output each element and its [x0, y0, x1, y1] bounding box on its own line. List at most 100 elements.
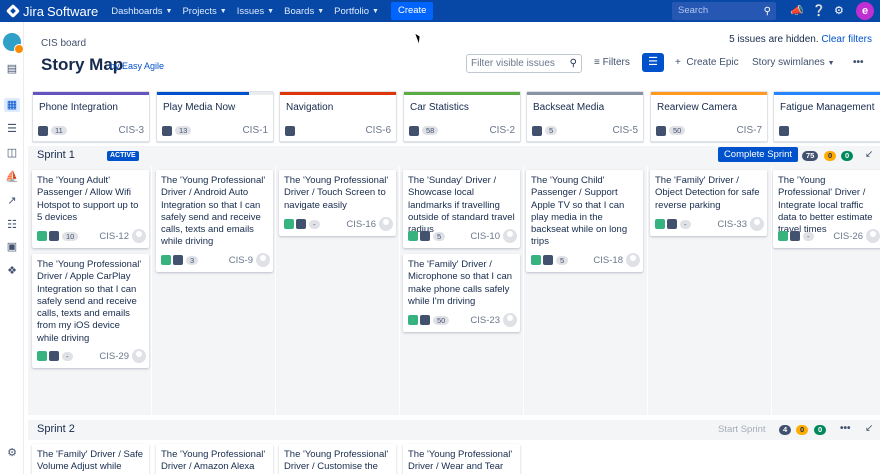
epic-card[interactable]: Fatigue Management: [773, 91, 880, 142]
filters-label: Filters: [602, 57, 630, 68]
todo-count-badge: 75: [802, 151, 819, 161]
story-icon: [778, 231, 788, 241]
nav-portfolio[interactable]: Portfolio ▼: [334, 2, 379, 20]
epic-card[interactable]: Car Statistics 58 CIS-2: [403, 91, 521, 142]
epic-title: Navigation: [286, 102, 334, 113]
story-key[interactable]: CIS-26: [833, 231, 863, 242]
story-card[interactable]: The 'Young Adult' Passenger / Allow Wifi…: [32, 170, 149, 248]
more-options-icon[interactable]: •••: [840, 423, 851, 434]
clear-filters-link[interactable]: Clear filters: [821, 34, 872, 45]
story-card[interactable]: The 'Family' Driver / Safe Volume Adjust…: [32, 444, 149, 474]
story-key[interactable]: CIS-18: [593, 255, 623, 266]
story-card[interactable]: The 'Young Professional' Driver / Apple …: [32, 254, 149, 368]
more-options-icon[interactable]: •••: [853, 57, 864, 68]
settings-icon[interactable]: ⚙: [4, 446, 20, 460]
story-key[interactable]: CIS-10: [470, 231, 500, 242]
user-avatar[interactable]: e: [856, 2, 874, 20]
nav-boards[interactable]: Boards ▼: [284, 2, 324, 20]
story-points-pill: 50: [669, 126, 686, 135]
nav-dashboards[interactable]: Dashboards ▼: [111, 2, 172, 20]
story-key[interactable]: CIS-16: [346, 219, 376, 230]
story-summary: The 'Family' Driver / Object Detection f…: [655, 175, 760, 211]
complete-sprint-button[interactable]: Complete Sprint: [718, 147, 798, 162]
epic-key[interactable]: CIS-5: [612, 125, 638, 136]
epic-key[interactable]: CIS-1: [242, 125, 268, 136]
sprint-2-header: Sprint 2 Start Sprint 4 0 0 ••• ↙: [28, 420, 880, 440]
board-icon[interactable]: ◫: [4, 146, 20, 160]
roadmap-icon[interactable]: ☷: [4, 218, 20, 232]
filters-button[interactable]: ≡ Filters: [594, 57, 630, 68]
layers-icon[interactable]: ☰: [4, 122, 20, 136]
swimlanes-dropdown[interactable]: Story swimlanes ▼: [752, 57, 835, 68]
epic-key[interactable]: CIS-2: [489, 125, 515, 136]
story-card[interactable]: The 'Sunday' Driver / Showcase local lan…: [403, 170, 520, 248]
nav-issues-label: Issues: [236, 5, 265, 17]
by-easy-agile-link[interactable]: by Easy Agile: [110, 61, 164, 71]
story-key[interactable]: CIS-12: [99, 231, 129, 242]
epic-card[interactable]: Navigation CIS-6: [279, 91, 397, 142]
collapse-icon[interactable]: ↙: [865, 423, 873, 434]
epic-key[interactable]: CIS-7: [736, 125, 762, 136]
nav-issues[interactable]: Issues ▼: [237, 2, 274, 20]
start-sprint-button[interactable]: Start Sprint: [718, 424, 766, 435]
story-card[interactable]: The 'Young Professional' Driver / Wear a…: [403, 444, 520, 474]
story-card[interactable]: The 'Young Professional' Driver / Amazon…: [156, 444, 273, 474]
story-key[interactable]: CIS-29: [99, 351, 129, 362]
epic-card[interactable]: Play Media Now 13 CIS-1: [156, 91, 274, 142]
epic-key[interactable]: CIS-3: [118, 125, 144, 136]
story-card[interactable]: The 'Young Child' Passenger / Support Ap…: [526, 170, 643, 272]
nav-dashboards-label: Dashboards: [111, 5, 163, 17]
view-toggle-button[interactable]: ☰: [642, 53, 664, 72]
story-icon: [37, 351, 47, 361]
ship-icon[interactable]: ⛵: [4, 170, 20, 184]
project-avatar[interactable]: [3, 33, 24, 54]
assignee-avatar[interactable]: [379, 217, 393, 231]
nav-projects[interactable]: Projects ▼: [182, 2, 226, 20]
backlog-icon[interactable]: ▤: [4, 62, 20, 76]
story-key[interactable]: CIS-9: [229, 255, 253, 266]
collapse-icon[interactable]: ↙: [865, 149, 873, 160]
story-summary: The 'Young Professional' Driver / Androi…: [161, 175, 266, 248]
assignee-avatar[interactable]: [132, 229, 146, 243]
addons-icon[interactable]: ❖: [4, 264, 20, 278]
reports-icon[interactable]: ↗: [4, 194, 20, 208]
create-epic-button[interactable]: + Create Epic: [675, 57, 739, 68]
releases-icon[interactable]: ▣: [4, 240, 20, 254]
create-button[interactable]: Create: [390, 2, 434, 20]
story-card[interactable]: The 'Family' Driver / Object Detection f…: [650, 170, 767, 236]
story-card[interactable]: The 'Young Professional' Driver / Touch …: [279, 170, 396, 236]
story-card[interactable]: The 'Young Professional' Driver / Custom…: [279, 444, 396, 474]
todo-count-badge: 4: [779, 425, 792, 435]
filter-visible-issues-input[interactable]: Filter visible issues ⚲: [466, 54, 582, 73]
epic-card[interactable]: Rearview Camera 50 CIS-7: [650, 91, 768, 142]
story-map-icon[interactable]: ▦: [4, 98, 20, 112]
epic-card[interactable]: Phone Integration 11 CIS-3: [32, 91, 150, 142]
story-key[interactable]: CIS-23: [470, 315, 500, 326]
story-card[interactable]: The 'Young Professional' Driver / Androi…: [156, 170, 273, 272]
story-points-pill: 11: [51, 126, 67, 135]
settings-icon[interactable]: ⚙: [834, 4, 844, 18]
breadcrumb[interactable]: CIS board: [41, 38, 86, 49]
search-icon: ⚲: [763, 6, 771, 17]
assignee-avatar[interactable]: [866, 229, 880, 243]
story-summary: The 'Young Professional' Driver / Amazon…: [161, 449, 266, 473]
epic-key[interactable]: CIS-6: [365, 125, 391, 136]
assignee-avatar[interactable]: [503, 229, 517, 243]
epic-card[interactable]: Backseat Media 5 CIS-5: [526, 91, 644, 142]
assignee-avatar[interactable]: [132, 349, 146, 363]
story-card[interactable]: The 'Young Professional' Driver / Integr…: [773, 170, 880, 248]
story-card[interactable]: The 'Family' Driver / Microphone so that…: [403, 254, 520, 332]
filter-placeholder: Filter visible issues: [471, 58, 555, 69]
story-points-pill: -: [62, 351, 73, 361]
help-icon[interactable]: ❔: [812, 4, 826, 18]
story-key[interactable]: CIS-33: [717, 219, 747, 230]
search-input[interactable]: Search ⚲: [672, 2, 776, 20]
epic-icon: [296, 219, 306, 229]
assignee-avatar[interactable]: [750, 217, 764, 231]
jira-logo[interactable]: Jira Software: [0, 4, 98, 19]
story-points-pill: 5: [556, 255, 569, 265]
assignee-avatar[interactable]: [503, 313, 517, 327]
assignee-avatar[interactable]: [256, 253, 270, 267]
megaphone-icon[interactable]: 📣: [790, 4, 804, 18]
assignee-avatar[interactable]: [626, 253, 640, 267]
